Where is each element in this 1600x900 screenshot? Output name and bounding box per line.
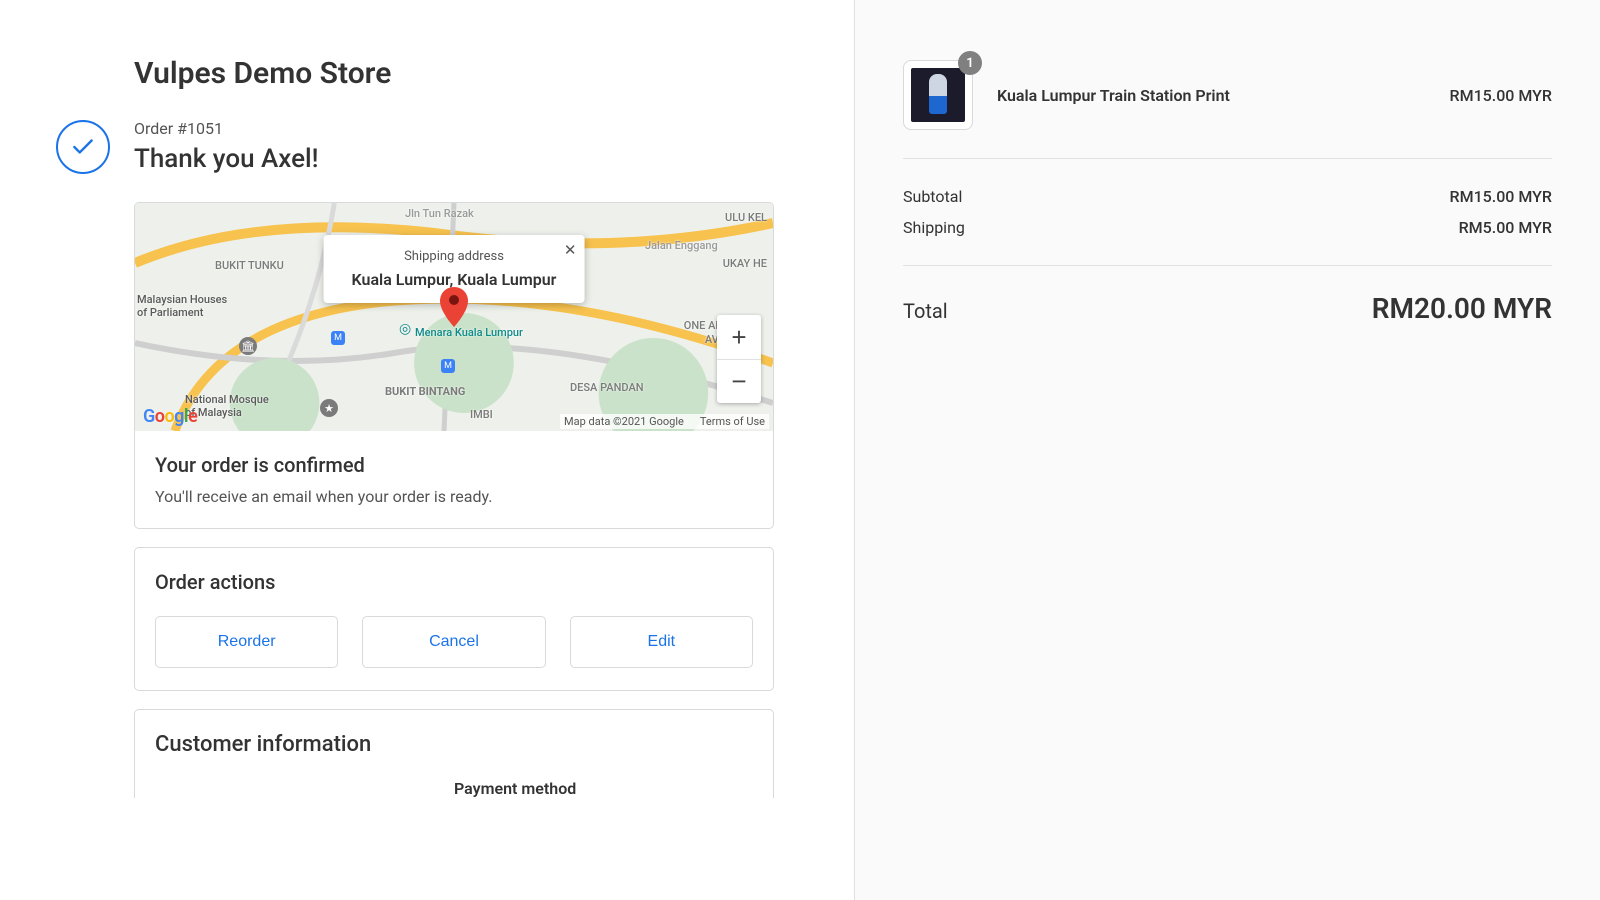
line-item: 1 Kuala Lumpur Train Station Print RM15.… <box>903 60 1552 159</box>
reorder-button[interactable]: Reorder <box>155 616 338 668</box>
customer-info-card: Customer information Payment method <box>134 709 774 798</box>
confirmation-box: Your order is confirmed You'll receive a… <box>135 431 773 528</box>
map-attribution: Map data ©2021 Google Terms of Use <box>560 414 769 429</box>
map-label: ULU KEL <box>725 211 767 224</box>
product-thumbnail: 1 <box>903 60 973 130</box>
order-summary-sidebar: 1 Kuala Lumpur Train Station Print RM15.… <box>854 0 1600 900</box>
product-name: Kuala Lumpur Train Station Print <box>997 86 1426 105</box>
edit-button[interactable]: Edit <box>570 616 753 668</box>
metro-icon: M <box>441 359 455 373</box>
total-label: Total <box>903 299 948 323</box>
customer-info-title: Customer information <box>155 732 753 757</box>
tooltip-title: Shipping address <box>352 249 557 264</box>
close-icon[interactable]: ✕ <box>564 241 577 259</box>
total-value: RM20.00 MYR <box>1372 292 1552 325</box>
map-label: Menara Kuala Lumpur <box>415 326 523 339</box>
map-label: Malaysian Houses of Parliament <box>137 293 227 319</box>
product-price: RM15.00 MYR <box>1450 86 1552 105</box>
summary-lines: Subtotal RM15.00 MYR Shipping RM5.00 MYR <box>903 159 1552 266</box>
order-number: Order #1051 <box>134 119 319 138</box>
store-name: Vulpes Demo Store <box>134 56 774 91</box>
confirmation-subtext: You'll receive an email when your order … <box>155 487 753 506</box>
metro-icon: M <box>331 331 345 345</box>
total-line: Total RM20.00 MYR <box>903 266 1552 325</box>
google-logo: Google <box>143 406 197 427</box>
map-data-text: Map data ©2021 Google <box>564 415 684 428</box>
map-zoom-controls: + − <box>717 315 761 403</box>
quantity-badge: 1 <box>958 51 982 75</box>
map-pin-icon <box>440 287 468 331</box>
map-label: BUKIT BINTANG <box>385 385 465 398</box>
poi-icon: 🏛 <box>239 337 257 355</box>
map-area[interactable]: BUKIT TUNKU ULU KEL UKAY HE ONE AM AVE D… <box>135 203 773 431</box>
map-card: BUKIT TUNKU ULU KEL UKAY HE ONE AM AVE D… <box>134 202 774 529</box>
map-label: UKAY HE <box>723 257 767 270</box>
poi-icon: ◎ <box>399 321 411 337</box>
zoom-in-button[interactable]: + <box>717 315 761 359</box>
map-label: DESA PANDAN <box>570 381 644 394</box>
subtotal-label: Subtotal <box>903 187 962 206</box>
map-terms-link[interactable]: Terms of Use <box>700 415 765 428</box>
map-label: Jalan Enggang <box>645 239 718 252</box>
payment-method-label: Payment method <box>454 779 753 798</box>
zoom-out-button[interactable]: − <box>717 359 761 403</box>
map-label: National Mosque of Malaysia <box>185 393 269 419</box>
subtotal-value: RM15.00 MYR <box>1450 187 1552 206</box>
poi-icon: ★ <box>320 399 338 417</box>
order-actions-title: Order actions <box>155 570 753 594</box>
cancel-button[interactable]: Cancel <box>362 616 545 668</box>
map-label: BUKIT TUNKU <box>215 259 284 272</box>
map-label: IMBI <box>470 408 493 421</box>
checkmark-icon <box>56 120 110 174</box>
order-actions-card: Order actions Reorder Cancel Edit <box>134 547 774 691</box>
thank-you-row: Order #1051 Thank you Axel! <box>56 119 774 174</box>
main-column: Vulpes Demo Store Order #1051 Thank you … <box>0 0 854 900</box>
shipping-label: Shipping <box>903 218 965 237</box>
shipping-value: RM5.00 MYR <box>1459 218 1552 237</box>
map-label: Jln Tun Razak <box>405 207 474 220</box>
thank-you-heading: Thank you Axel! <box>134 144 319 174</box>
confirmation-title: Your order is confirmed <box>155 453 753 477</box>
